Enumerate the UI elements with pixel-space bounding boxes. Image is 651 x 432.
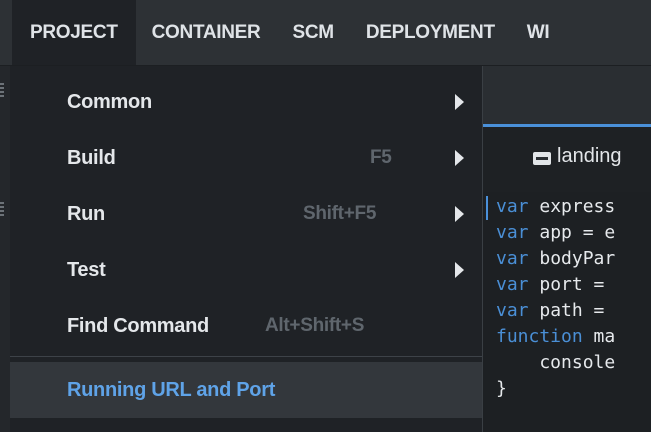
code-line: var port =: [496, 274, 616, 295]
shortcut-label: Alt+Shift+S: [265, 315, 365, 336]
menu-item-label: Common: [67, 90, 152, 113]
shortcut-label: F5: [370, 147, 392, 168]
menu-scm[interactable]: SCM: [276, 0, 349, 65]
editor-toolbar: [483, 66, 651, 124]
grip-handle-icon[interactable]: [0, 202, 4, 216]
tab-label: landing: [557, 145, 622, 167]
code-line: var bodyPar: [496, 248, 616, 269]
menu-item-build[interactable]: Build F5: [10, 130, 482, 186]
chevron-right-icon: [455, 262, 464, 278]
code-line: function ma: [496, 326, 616, 347]
menu-item-label: Test: [67, 258, 106, 281]
left-panel-edge: [0, 66, 10, 432]
shortcut-label: Shift+F5: [303, 203, 377, 224]
editor-area: landing var express var app = e var body…: [483, 66, 651, 432]
editor-tab[interactable]: landing: [483, 124, 651, 195]
menu-window[interactable]: WI: [511, 0, 566, 65]
menu-item-test[interactable]: Test: [10, 242, 482, 298]
chevron-right-icon: [455, 206, 464, 222]
grip-handle-icon[interactable]: [0, 83, 4, 97]
code-line: var path =: [496, 300, 616, 321]
menu-item-run[interactable]: Run Shift+F5: [10, 186, 482, 242]
code-editor[interactable]: var express var app = e var bodyPar var …: [483, 192, 651, 432]
menu-item-label: Running URL and Port: [67, 378, 276, 401]
menu-project[interactable]: PROJECT: [12, 0, 136, 65]
code-line: }: [496, 378, 507, 399]
menu-item-label: Find Command: [67, 314, 209, 337]
project-dropdown-menu: Common Build F5 Run Shift+F5 Test Find C…: [10, 66, 483, 432]
code-line: var app = e: [496, 222, 616, 243]
chevron-right-icon: [455, 150, 464, 166]
menu-item-find-command[interactable]: Find Command Alt+Shift+S: [10, 298, 482, 354]
menu-item-label: Build: [67, 146, 116, 169]
chevron-right-icon: [455, 94, 464, 110]
menu-divider: [10, 356, 482, 357]
menu-item-label: Run: [67, 202, 105, 225]
menu-item-running-url-and-port[interactable]: Running URL and Port: [10, 362, 482, 418]
menubar: PROJECT CONTAINER SCM DEPLOYMENT WI: [0, 0, 651, 66]
file-icon: [533, 152, 551, 165]
menu-item-common[interactable]: Common: [10, 74, 482, 130]
text-cursor: [486, 196, 488, 220]
code-line: console: [496, 352, 616, 373]
menu-deployment[interactable]: DEPLOYMENT: [350, 0, 511, 65]
menu-container[interactable]: CONTAINER: [136, 0, 277, 65]
code-line: var express: [496, 196, 616, 217]
